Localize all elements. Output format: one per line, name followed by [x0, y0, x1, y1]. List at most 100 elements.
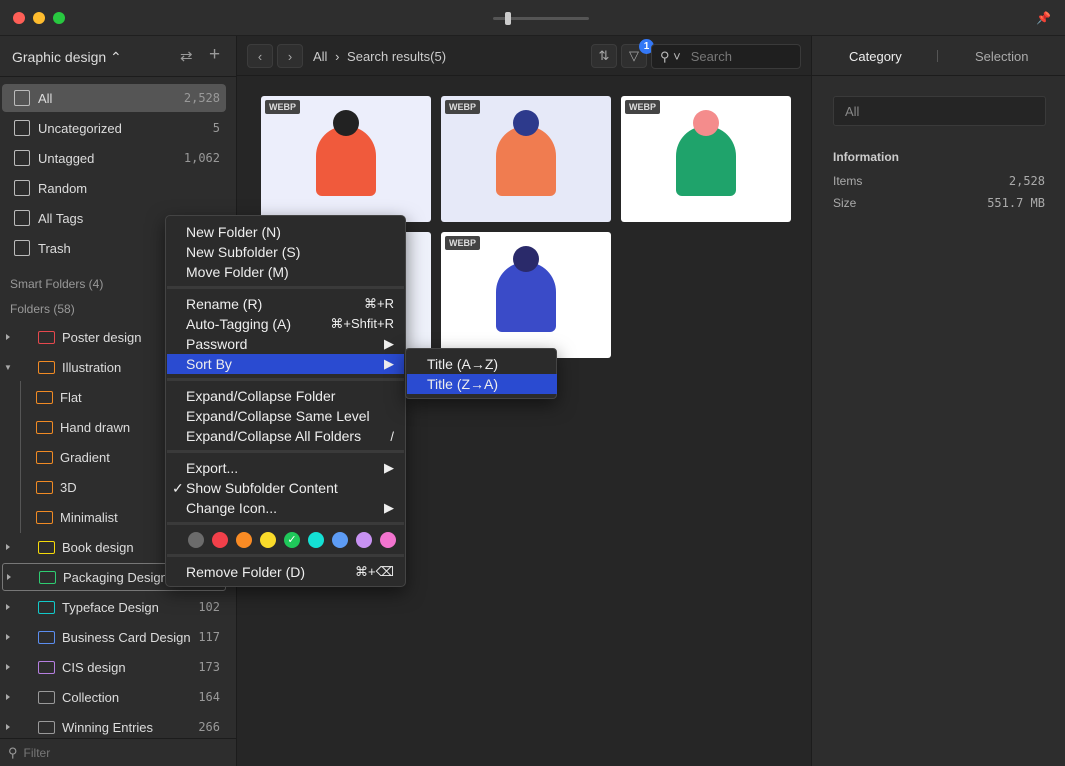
forward-button[interactable]: ›: [277, 44, 303, 68]
minimize-button[interactable]: [33, 12, 45, 24]
label: Winning Entries: [62, 719, 154, 735]
caret-right-icon[interactable]: [6, 544, 10, 550]
library-name: Graphic design: [12, 49, 107, 65]
thumbnail[interactable]: WEBP: [261, 96, 431, 222]
caret-right-icon[interactable]: [6, 334, 10, 340]
caret-right-icon[interactable]: [6, 724, 10, 730]
category-field[interactable]: All: [833, 96, 1046, 126]
label: Flat: [60, 389, 82, 405]
menu-remove-folder[interactable]: Remove Folder (D) ⌘+⌫: [167, 562, 404, 582]
caret-down-icon[interactable]: ▼: [4, 363, 12, 372]
illustration: [316, 126, 376, 196]
size-label: Size: [833, 196, 857, 210]
menu-auto-tagging[interactable]: Auto-Tagging (A) ⌘+Shfit+R: [167, 314, 404, 334]
shortcut: ⌘+R: [364, 296, 394, 311]
menu-password[interactable]: Password ▶: [167, 334, 404, 354]
folders-header[interactable]: Folders (58): [10, 302, 75, 316]
sidebar-item-all[interactable]: All 2,528: [2, 84, 226, 112]
illustration-head: [333, 110, 359, 136]
folder-cis-design[interactable]: CIS design 173: [2, 653, 226, 681]
shortcut: ⌘+⌫: [355, 564, 394, 579]
breadcrumb: All › Search results(5): [313, 49, 446, 64]
color-swatch[interactable]: [332, 532, 348, 548]
thumbnail[interactable]: WEBP: [441, 232, 611, 358]
items-label: Items: [833, 174, 863, 188]
submenu-arrow-icon: ▶: [384, 336, 394, 351]
folder-icon: [36, 450, 53, 464]
menu-sort-by[interactable]: Sort By ▶: [167, 354, 404, 374]
color-swatch[interactable]: [380, 532, 396, 548]
sort-title-desc[interactable]: Title (Z→A): [407, 374, 557, 394]
folder-icon: [39, 570, 56, 584]
tab-selection[interactable]: Selection: [975, 49, 1028, 64]
menu-new-folder[interactable]: New Folder (N): [167, 222, 404, 242]
divider: [0, 76, 237, 77]
menu-expand-folder[interactable]: Expand/Collapse Folder: [167, 386, 404, 406]
color-swatch[interactable]: [188, 532, 204, 548]
menu-separator: [167, 450, 404, 453]
slider-handle[interactable]: [505, 12, 511, 25]
label: Password: [186, 336, 248, 352]
sort-button[interactable]: ⇅: [591, 44, 617, 68]
search-icon: ⚲: [8, 744, 18, 760]
sidebar-item-uncategorized[interactable]: Uncategorized 5: [2, 114, 226, 142]
back-button[interactable]: ‹: [247, 44, 273, 68]
color-swatch[interactable]: ✓: [284, 532, 300, 548]
sidebar-item-untagged[interactable]: Untagged 1,062: [2, 144, 226, 172]
filter-input[interactable]: Filter: [24, 746, 51, 760]
pin-icon[interactable]: 📌: [1036, 11, 1051, 25]
filter-bar: ⚲ Filter: [0, 738, 237, 766]
caret-right-icon[interactable]: [6, 694, 10, 700]
thumbnail[interactable]: WEBP: [621, 96, 791, 222]
label: Random: [38, 180, 88, 196]
format-badge: WEBP: [445, 236, 480, 250]
close-button[interactable]: [13, 12, 25, 24]
swap-icon[interactable]: ⇄: [180, 47, 193, 65]
label: Rename (R): [186, 296, 263, 312]
caret-right-icon[interactable]: [7, 574, 11, 580]
untagged-icon: [14, 150, 30, 166]
menu-move-folder[interactable]: Move Folder (M): [167, 262, 404, 282]
library-switcher[interactable]: Graphic design ⌃: [12, 49, 122, 66]
sort-title-asc[interactable]: Title (A→Z): [407, 354, 557, 374]
tab-category[interactable]: Category: [849, 49, 902, 64]
menu-export[interactable]: Export... ▶: [167, 458, 404, 478]
color-swatch[interactable]: [236, 532, 252, 548]
menu-expand-same-level[interactable]: Expand/Collapse Same Level: [167, 406, 404, 426]
menu-new-subfolder[interactable]: New Subfolder (S): [167, 242, 404, 262]
add-icon[interactable]: +: [209, 44, 220, 66]
caret-right-icon[interactable]: [6, 664, 10, 670]
sidebar-item-random[interactable]: Random: [2, 174, 226, 202]
color-swatch[interactable]: [260, 532, 276, 548]
thumbnail-size-slider[interactable]: [493, 12, 589, 25]
menu-change-icon[interactable]: Change Icon... ▶: [167, 498, 404, 518]
folder-typeface-design[interactable]: Typeface Design 102: [2, 593, 226, 621]
label: Remove Folder (D): [186, 564, 306, 580]
menu-show-subfolder-content[interactable]: ✓ Show Subfolder Content: [167, 478, 404, 498]
folder-icon: [38, 690, 55, 704]
label: Untagged: [38, 150, 95, 166]
menu-separator: [167, 522, 404, 525]
color-swatch[interactable]: [308, 532, 324, 548]
count: 266: [198, 720, 220, 734]
maximize-button[interactable]: [53, 12, 65, 24]
folder-collection[interactable]: Collection 164: [2, 683, 226, 711]
caret-right-icon[interactable]: [6, 634, 10, 640]
caret-right-icon[interactable]: [6, 604, 10, 610]
color-swatch[interactable]: [356, 532, 372, 548]
breadcrumb-current: Search results(5): [347, 49, 447, 64]
menu-rename[interactable]: Rename (R) ⌘+R: [167, 294, 404, 314]
smart-folders-header[interactable]: Smart Folders (4): [10, 277, 103, 291]
label: Minimalist: [60, 509, 118, 525]
folder-business-card-design[interactable]: Business Card Design 117: [2, 623, 226, 651]
breadcrumb-root[interactable]: All: [313, 49, 327, 64]
label: Packaging Design: [63, 569, 168, 585]
folder-icon: [38, 600, 55, 614]
menu-expand-all[interactable]: Expand/Collapse All Folders /: [167, 426, 404, 446]
info-title: Information: [833, 150, 899, 164]
color-swatch[interactable]: [212, 532, 228, 548]
search-input[interactable]: ⚲ ˅ Search: [651, 44, 801, 69]
thumbnail[interactable]: WEBP: [441, 96, 611, 222]
submenu-arrow-icon: ▶: [384, 356, 394, 371]
folder-winning-entries[interactable]: Winning Entries 266: [2, 713, 226, 741]
